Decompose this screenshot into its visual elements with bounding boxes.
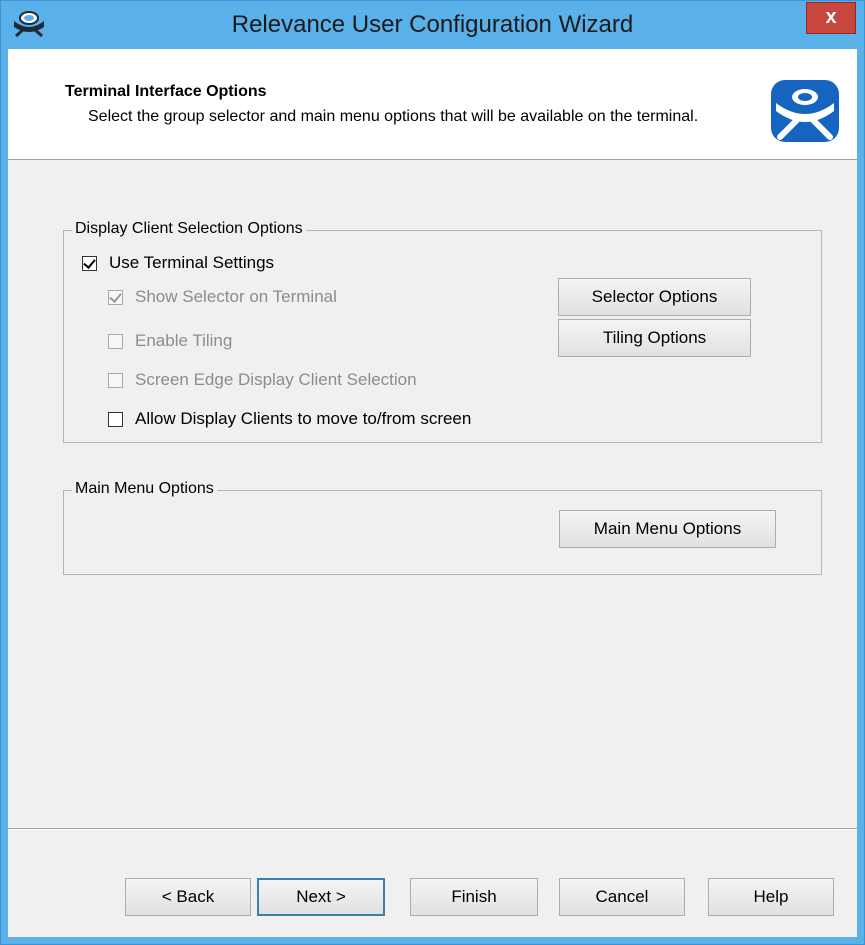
help-button[interactable]: Help — [708, 878, 834, 916]
next-button[interactable]: Next > — [257, 878, 385, 916]
tiling-options-button[interactable]: Tiling Options — [558, 319, 751, 357]
window-title: Relevance User Configuration Wizard — [231, 11, 634, 38]
screen-edge-checkbox[interactable]: Screen Edge Display Client Selection — [108, 368, 417, 392]
page-description: Select the group selector and main menu … — [88, 108, 699, 125]
main-menu-options-group: Main Menu Options Main Menu Options — [63, 480, 822, 575]
enable-tiling-checkbox[interactable]: Enable Tiling — [108, 329, 232, 353]
display-client-selection-group: Display Client Selection Options Use Ter… — [63, 220, 822, 443]
checkbox-box[interactable] — [82, 255, 97, 271]
checkbox-box[interactable] — [108, 411, 123, 427]
checkbox-box[interactable] — [108, 289, 123, 305]
checkbox-box[interactable] — [108, 333, 123, 349]
close-button[interactable]: x — [806, 2, 856, 34]
show-selector-label: Show Selector on Terminal — [135, 287, 337, 306]
screen-edge-label: Screen Edge Display Client Selection — [135, 370, 417, 389]
enable-tiling-label: Enable Tiling — [135, 331, 233, 350]
allow-move-label: Allow Display Clients to move to/from sc… — [135, 409, 472, 428]
wizard-header: Terminal Interface Options Select the gr… — [8, 49, 857, 160]
allow-move-checkbox[interactable]: Allow Display Clients to move to/from sc… — [108, 407, 471, 431]
cancel-button[interactable]: Cancel — [559, 878, 685, 916]
display-client-selection-legend: Display Client Selection Options — [72, 220, 306, 238]
main-menu-options-button[interactable]: Main Menu Options — [559, 510, 776, 548]
use-terminal-settings-checkbox[interactable]: Use Terminal Settings — [82, 251, 274, 275]
finish-button[interactable]: Finish — [410, 878, 538, 916]
footer-separator — [8, 828, 857, 830]
back-button[interactable]: < Back — [125, 878, 251, 916]
thinmanager-logo-icon — [771, 80, 839, 142]
title-bar[interactable]: Relevance User Configuration Wizard x — [1, 1, 864, 49]
use-terminal-settings-label: Use Terminal Settings — [109, 253, 275, 272]
wizard-window: Relevance User Configuration Wizard x Te… — [0, 0, 865, 945]
wizard-body: Terminal Interface Options Select the gr… — [8, 49, 857, 937]
checkbox-box[interactable] — [108, 372, 123, 388]
main-menu-options-legend: Main Menu Options — [72, 480, 217, 498]
page-title: Terminal Interface Options — [65, 83, 267, 100]
show-selector-checkbox[interactable]: Show Selector on Terminal — [108, 285, 337, 309]
selector-options-button[interactable]: Selector Options — [558, 278, 751, 316]
